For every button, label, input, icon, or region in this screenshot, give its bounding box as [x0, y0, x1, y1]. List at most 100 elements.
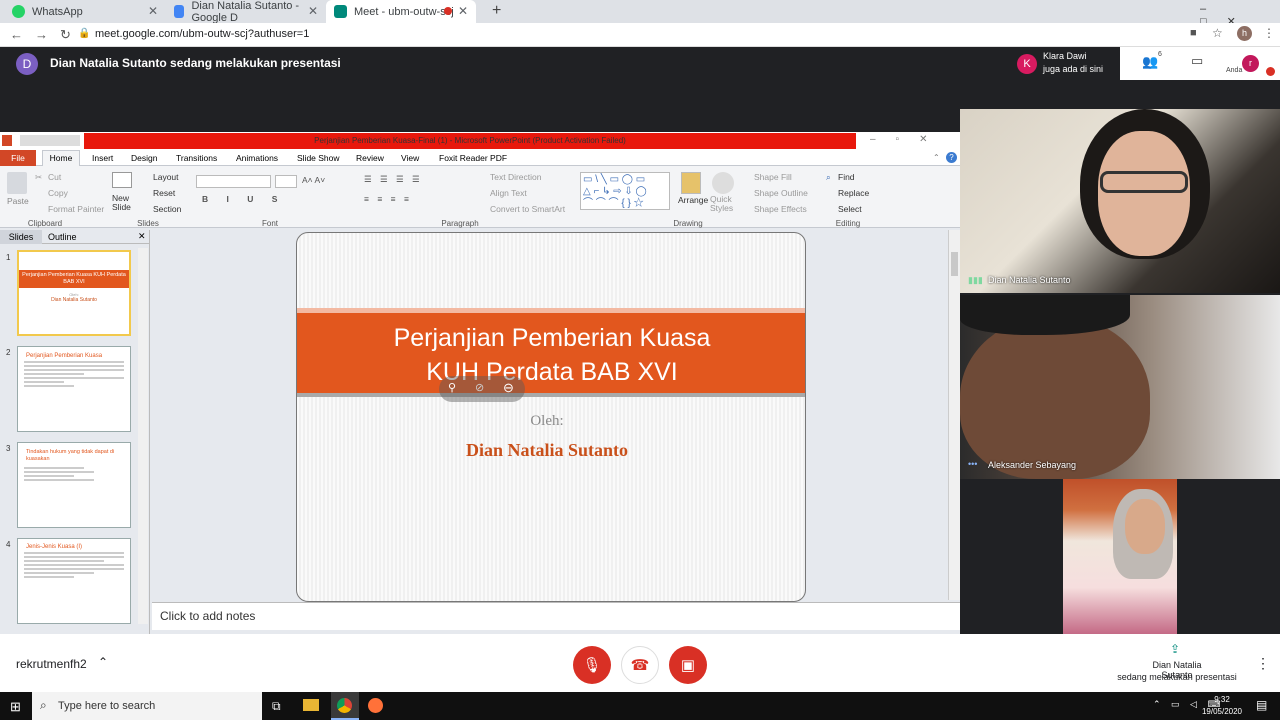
slide-thumbnail-3[interactable]: Tindakan hukum yang tidak dapat di kuasa… [17, 442, 131, 528]
ppt-title-bar: Perjanjian Pemberian Kuasa-Final (1) - M… [0, 132, 960, 150]
font-name-dropdown[interactable] [196, 175, 271, 188]
file-tab[interactable]: File [0, 150, 36, 166]
copy-button[interactable]: Copy [48, 188, 68, 198]
layout-button[interactable]: Layout [153, 172, 179, 182]
file-explorer-icon[interactable] [303, 699, 319, 711]
paste-button[interactable]: Paste [7, 196, 29, 206]
mic-off-button[interactable]: 🎙 [573, 646, 611, 684]
people-icon[interactable]: 👥 [1142, 54, 1158, 70]
shape-effects-button[interactable]: Shape Effects [754, 204, 807, 214]
tab-google-docs[interactable]: Dian Natalia Sutanto - Google D ✕ [166, 0, 326, 24]
tab-slides[interactable]: Slides [0, 230, 42, 244]
chrome-taskbar-button[interactable] [331, 692, 359, 720]
camera-icon[interactable]: ■ [1190, 27, 1197, 39]
arrange-button[interactable]: Arrange [678, 195, 708, 205]
close-tab-icon[interactable]: ✕ [458, 4, 468, 18]
close-tab-icon[interactable]: ✕ [148, 4, 158, 18]
find-icon: ⌕ [826, 172, 831, 182]
pin-icon[interactable]: ⚲ [448, 381, 456, 394]
tab-insert[interactable]: Insert [92, 153, 113, 163]
video-tile-participant-3[interactable] [1063, 479, 1177, 634]
taskbar-search[interactable]: ⌕ Type here to search [32, 692, 262, 720]
font-format-buttons[interactable]: B I U S [202, 194, 285, 204]
slide-thumbnail-1[interactable]: Perjanjian Pemberian Kuasa KUH Perdata B… [17, 250, 131, 336]
star-icon[interactable]: ☆ [1212, 26, 1223, 40]
menu-icon[interactable]: ⋮ [1263, 26, 1275, 40]
align-icons[interactable]: ≡ ≡ ≡ ≡ [364, 194, 412, 204]
tab-meet[interactable]: Meet - ubm-outw-scj ✕ [326, 0, 476, 23]
browser-tab-strip: WhatsApp ✕ Dian Natalia Sutanto - Google… [0, 0, 1280, 28]
notification-center-icon[interactable]: ▤ [1256, 698, 1267, 712]
firefox-icon[interactable] [368, 698, 383, 713]
task-view-icon[interactable]: ⧉ [272, 699, 281, 714]
more-options-icon[interactable]: ⋮ [1256, 655, 1270, 672]
tab-whatsapp[interactable]: WhatsApp ✕ [4, 0, 166, 23]
mute-presenter-icon[interactable]: ⊘ [475, 381, 484, 394]
grow-font-icon[interactable]: A˄ A˅ [302, 175, 325, 185]
scroll-thumb[interactable] [951, 252, 958, 276]
slide-canvas[interactable]: Perjanjian Pemberian Kuasa KUH Perdata B… [296, 232, 806, 602]
meeting-name[interactable]: rekrutmenfh2 [16, 657, 87, 671]
format-painter-button[interactable]: Format Painter [48, 204, 104, 214]
quick-styles-icon[interactable] [712, 172, 734, 194]
participant-videos: ▮▮▮ Dian Natalia Sutanto ••• Aleksander … [960, 109, 1280, 634]
bullets-icon[interactable]: ☰ ☰ ☰ ☰ [364, 174, 423, 185]
find-button[interactable]: Find [838, 172, 855, 182]
camera-off-button[interactable]: ▣ [669, 646, 707, 684]
text-direction-button[interactable]: Text Direction [490, 172, 542, 182]
collapse-ribbon-icon[interactable]: ⌃ [933, 153, 940, 162]
windows-start-icon[interactable]: ⊞ [10, 699, 21, 715]
replace-button[interactable]: Replace [838, 188, 869, 198]
reset-button[interactable]: Reset [153, 188, 175, 198]
notes-pane[interactable]: Click to add notes [152, 602, 960, 630]
profile-avatar[interactable]: h [1237, 26, 1252, 41]
close-tab-icon[interactable]: ✕ [308, 4, 318, 18]
section-button[interactable]: Section [153, 204, 181, 214]
tab-animations[interactable]: Animations [236, 153, 278, 163]
url-field[interactable]: meet.google.com/ubm-outw-scj?authuser=1 [95, 28, 309, 40]
chat-icon[interactable]: ▭ [1191, 53, 1203, 69]
panel-scrollbar[interactable] [138, 248, 148, 624]
minimize-icon[interactable]: ⊖ [503, 380, 514, 396]
chevron-up-icon[interactable]: ⌃ [98, 655, 108, 669]
new-slide-icon[interactable] [112, 172, 132, 188]
lock-icon: 🔒 [78, 28, 91, 39]
nav-buttons[interactable]: ←→↻ [10, 27, 83, 43]
cut-button[interactable]: Cut [48, 172, 61, 182]
arrange-icon[interactable] [681, 172, 701, 194]
select-button[interactable]: Select [838, 204, 862, 214]
video-tile-aleksander[interactable]: ••• Aleksander Sebayang [960, 295, 1280, 479]
align-text-button[interactable]: Align Text [490, 188, 527, 198]
slide-title-line2: KUH Perdata BAB XVI [426, 358, 678, 386]
tab-label: WhatsApp [32, 5, 83, 18]
slide-scrollbar[interactable] [948, 230, 960, 600]
slide-thumbnail-2[interactable]: Perjanjian Pemberian Kuasa [17, 346, 131, 432]
shape-outline-button[interactable]: Shape Outline [754, 188, 808, 198]
font-size-dropdown[interactable] [275, 175, 297, 188]
quick-access-toolbar[interactable] [20, 135, 80, 146]
video-tile-presenter[interactable]: ▮▮▮ Dian Natalia Sutanto [960, 109, 1280, 293]
quick-styles-button[interactable]: Quick Styles [710, 195, 736, 213]
tab-review[interactable]: Review [356, 153, 384, 163]
leave-call-button[interactable]: ☎ [621, 646, 659, 684]
new-tab-button[interactable]: + [492, 2, 501, 20]
shape-fill-button[interactable]: Shape Fill [754, 172, 792, 182]
tab-home[interactable]: Home [42, 150, 80, 167]
tab-design[interactable]: Design [131, 153, 157, 163]
tab-slide-show[interactable]: Slide Show [297, 153, 340, 163]
slide-thumbnail-4[interactable]: Jenis-Jenis Kuasa (I) [17, 538, 131, 624]
new-slide-button[interactable]: New Slide [112, 194, 136, 212]
shapes-gallery[interactable]: ▭ \ ╲ ▭ ◯ ▭ △ ⌐ ↳ ⇨ ⇩ ◯ ⌒ ⌒ ⌒ { } ☆ [580, 172, 670, 210]
ppt-window-controls[interactable]: –▫✕ [870, 134, 948, 145]
help-icon[interactable]: ? [946, 152, 957, 163]
convert-smartart-button[interactable]: Convert to SmartArt [490, 204, 565, 214]
close-panel-icon[interactable]: ✕ [138, 231, 146, 242]
cut-icon[interactable]: ✂ [35, 172, 42, 183]
tab-view[interactable]: View [401, 153, 419, 163]
glasses-shape [1100, 171, 1188, 193]
tab-outline[interactable]: Outline [48, 232, 77, 242]
self-avatar[interactable]: r [1242, 55, 1259, 72]
paste-icon[interactable] [7, 172, 27, 194]
tab-transitions[interactable]: Transitions [176, 153, 217, 163]
tab-foxit[interactable]: Foxit Reader PDF [439, 153, 507, 163]
